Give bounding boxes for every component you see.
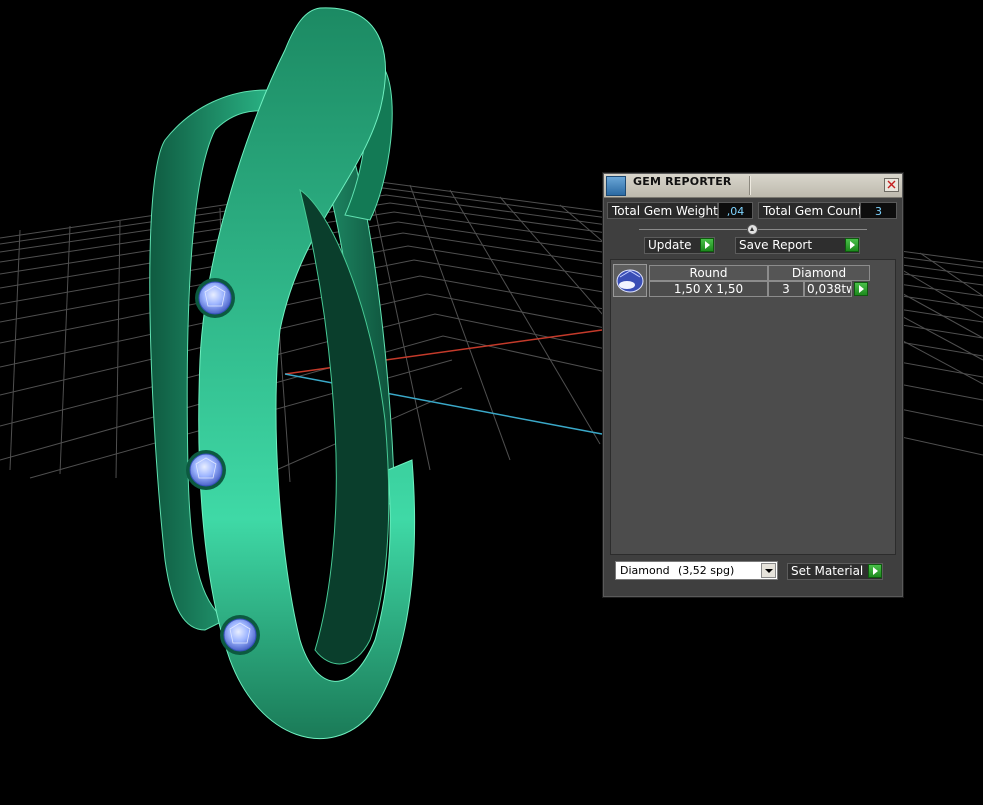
- window-title: GEM REPORTER: [633, 175, 732, 188]
- gem-reporter-app-icon: [606, 176, 626, 196]
- ring-inner-side: [299, 188, 390, 665]
- gem-2: [186, 450, 226, 490]
- save-report-button[interactable]: Save Report: [735, 237, 860, 254]
- set-material-button-label: Set Material: [791, 564, 864, 578]
- total-gem-weight-label: Total Gem Weight: [607, 202, 718, 219]
- material-select-density: (3,52 spg): [678, 564, 735, 577]
- material-select[interactable]: Diamond (3,52 spg): [615, 561, 778, 580]
- play-arrow-icon: [700, 238, 714, 252]
- total-gem-weight-value: ,04: [718, 202, 753, 219]
- gem-row-weight: 0,038tw: [804, 281, 852, 297]
- play-arrow-icon: [845, 238, 859, 252]
- material-select-name: Diamond: [620, 564, 670, 577]
- gem-1: [195, 278, 235, 318]
- collapse-toggle[interactable]: [747, 224, 758, 235]
- round-gem-icon[interactable]: [613, 264, 647, 297]
- gem-list[interactable]: Round Diamond 1,50 X 1,50 3 0,038tw: [610, 259, 896, 555]
- title-separator: [749, 176, 750, 195]
- total-gem-count-label: Total Gem Count: [758, 202, 863, 219]
- gem-row-count: 3: [768, 281, 804, 297]
- set-material-button[interactable]: Set Material: [787, 563, 883, 580]
- chevron-down-icon[interactable]: [761, 563, 776, 578]
- gem-reporter-panel: GEM REPORTER Total Gem Weight ,04 Total …: [602, 172, 904, 598]
- table-header-material: Diamond: [768, 265, 870, 281]
- gem-3: [220, 615, 260, 655]
- close-button[interactable]: [884, 178, 899, 192]
- total-gem-count-value: 3: [860, 202, 897, 219]
- close-icon: [887, 180, 896, 189]
- title-bar[interactable]: GEM REPORTER: [604, 174, 902, 198]
- row-detail-play-icon[interactable]: [854, 282, 868, 296]
- table-header-shape: Round: [649, 265, 768, 281]
- gem-row-size: 1,50 X 1,50: [649, 281, 768, 297]
- play-arrow-icon: [868, 564, 882, 578]
- save-report-button-label: Save Report: [739, 238, 813, 252]
- update-button[interactable]: Update: [644, 237, 715, 254]
- update-button-label: Update: [648, 238, 692, 252]
